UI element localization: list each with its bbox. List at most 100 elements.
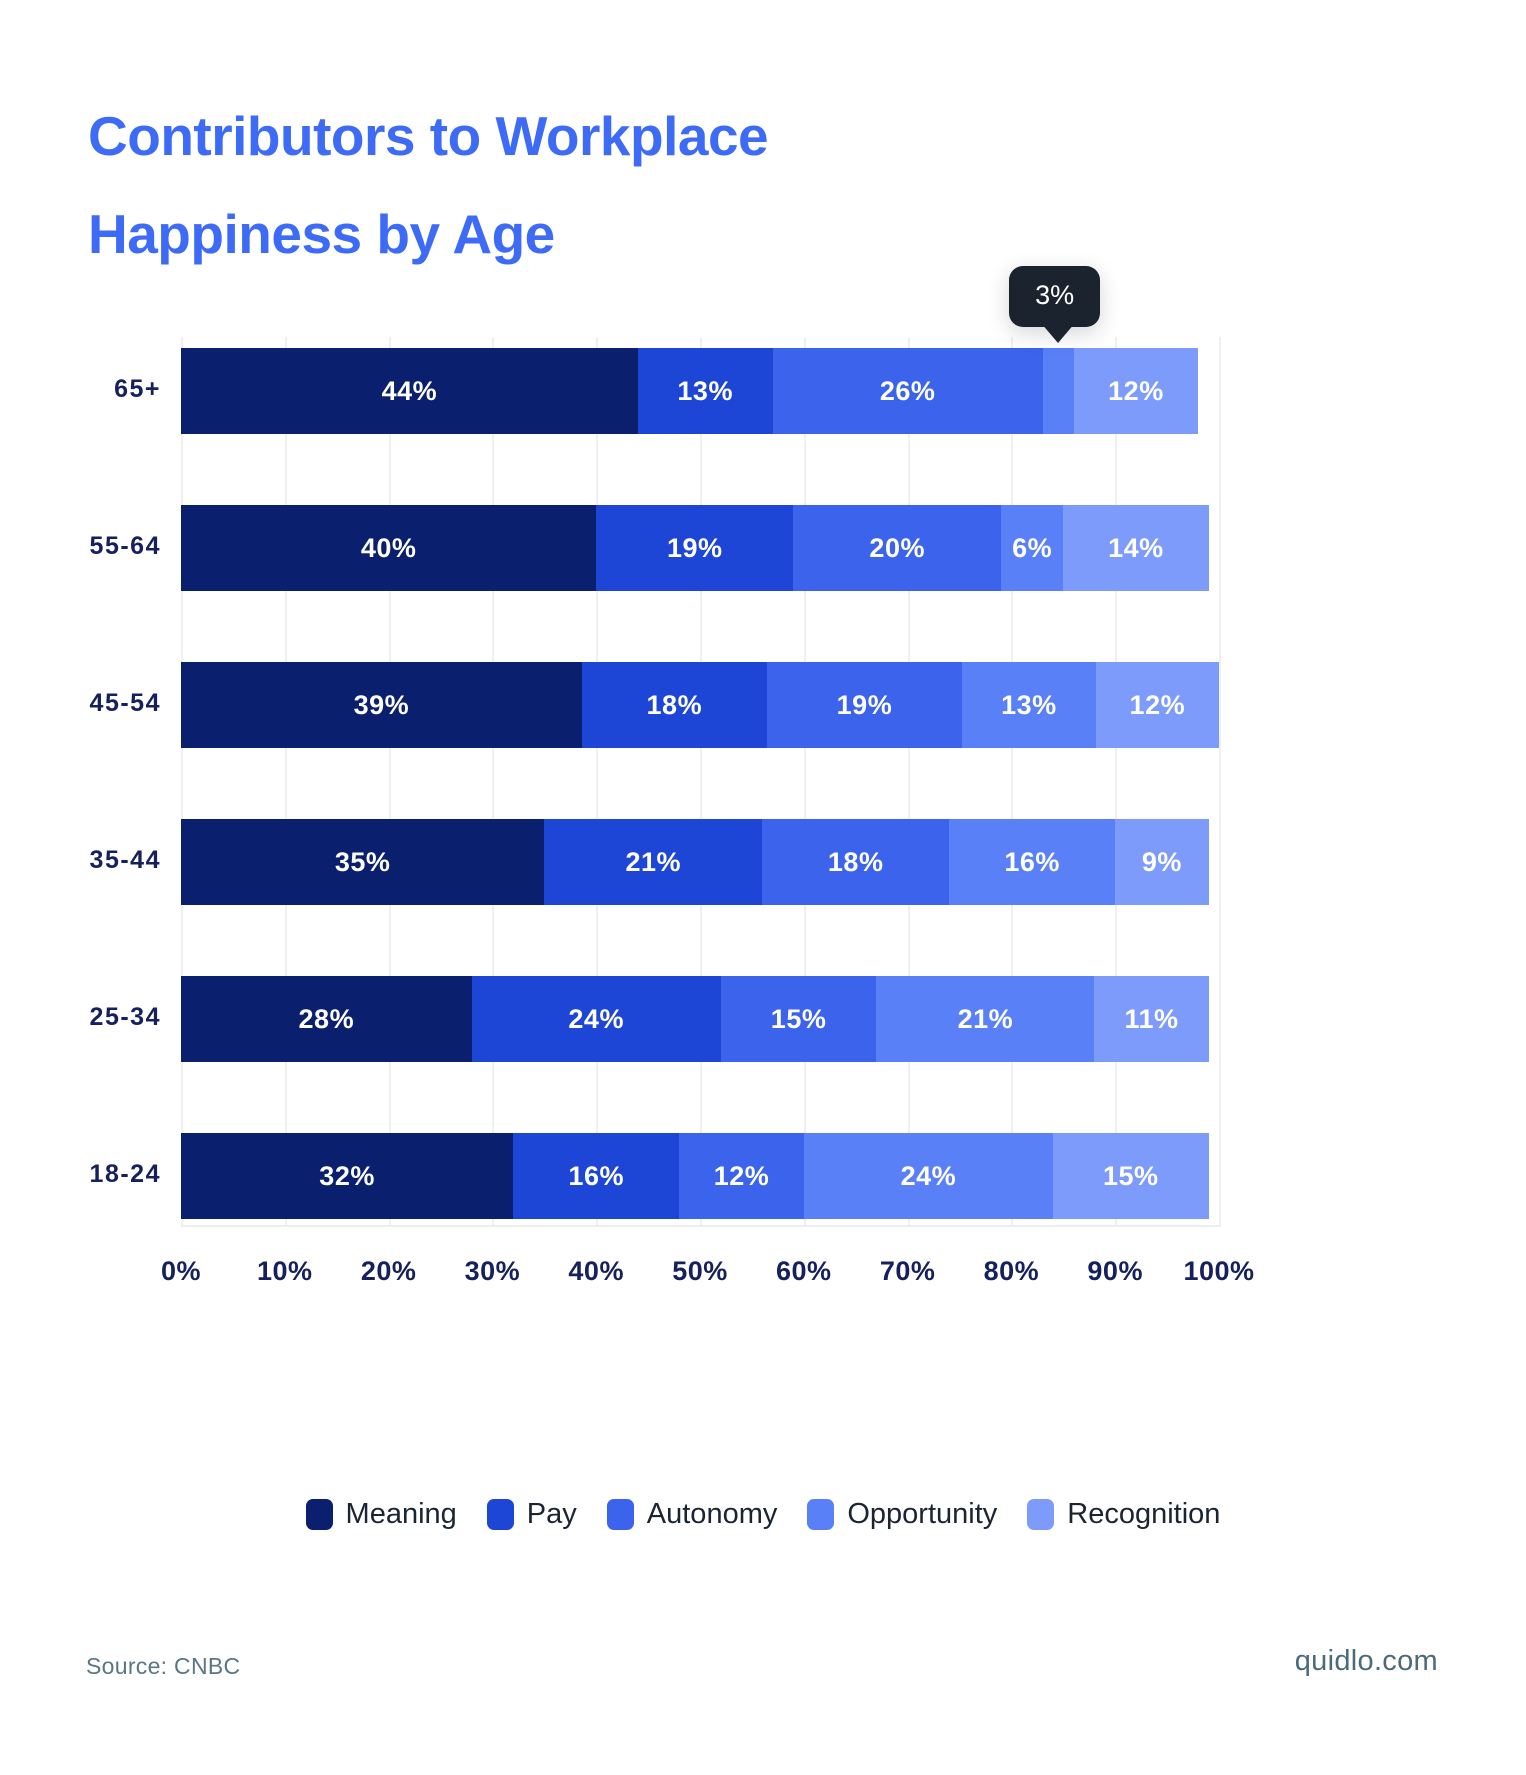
bar-segment-autonomy[interactable]: 19% <box>766 662 963 748</box>
x-axis-tick-60: 60% <box>776 1256 832 1286</box>
y-axis-label-65+: 65+ <box>114 375 161 403</box>
legend-label: Opportunity <box>847 1498 998 1530</box>
bar-segment-meaning[interactable]: 44% <box>181 348 638 434</box>
bar-segment-opportunity[interactable]: 21% <box>876 976 1095 1062</box>
legend-swatch-icon <box>606 1499 634 1530</box>
bar-segment-label: 44% <box>381 375 438 406</box>
bar-segment-label: 11% <box>1124 1003 1179 1034</box>
tooltip-value: 3% <box>1035 280 1075 310</box>
bar-segment-label: 21% <box>957 1003 1014 1034</box>
bar-segment-meaning[interactable]: 28% <box>181 976 472 1062</box>
bar-row: 40% 19% 20% 6% 14% <box>181 505 1219 591</box>
bar-segment-meaning[interactable]: 40% <box>181 505 597 591</box>
bar-segment-recognition[interactable]: 15% <box>1052 1133 1209 1219</box>
bar-segment-opportunity[interactable]: 6% <box>1001 505 1064 591</box>
gridline-20 <box>388 337 391 1225</box>
y-axis-label-55-64: 55-64 <box>89 532 161 560</box>
bar-segment-label: 14% <box>1108 532 1164 563</box>
bar-segment-label: 19% <box>836 689 893 720</box>
bar-segment-meaning[interactable]: 35% <box>181 819 545 905</box>
bar-segment-label: 12% <box>1108 375 1164 406</box>
bar-segment-label: 19% <box>667 532 723 563</box>
bar-segment-label: 24% <box>568 1003 624 1034</box>
bar-segment-label: 24% <box>900 1160 957 1191</box>
legend-item-recognition[interactable]: Recognition <box>1027 1498 1220 1531</box>
bar-segment-label: 9% <box>1141 846 1182 877</box>
legend-label: Pay <box>526 1498 577 1530</box>
legend-item-opportunity[interactable]: Opportunity <box>807 1498 997 1531</box>
bar-row: 44% 13% 26% 12% <box>181 348 1219 434</box>
bar-segment-meaning[interactable]: 32% <box>181 1133 514 1219</box>
x-axis-tick-80: 80% <box>983 1256 1040 1286</box>
bar-segment-label: 13% <box>677 375 733 406</box>
x-axis-tick-90: 90% <box>1087 1256 1143 1286</box>
gridline-30 <box>492 337 495 1225</box>
bar-segment-label: 20% <box>869 532 925 563</box>
bar-segment-opportunity[interactable]: 16% <box>949 819 1116 905</box>
bar-segment-label: 13% <box>1001 689 1057 720</box>
x-axis-baseline <box>181 1225 1221 1227</box>
chart-page: Contributors to Workplace Happiness by A… <box>0 0 1526 1775</box>
bar-segment-meaning[interactable]: 39% <box>181 662 582 748</box>
bar-segment-opportunity[interactable] <box>1042 348 1074 434</box>
bar-row: 39% 18% 19% 13% 12% <box>181 662 1219 748</box>
x-axis-tick-0: 0% <box>160 1256 202 1286</box>
gridline-70 <box>907 337 910 1225</box>
y-axis-label-35-44: 35-44 <box>89 846 161 874</box>
bar-segment-label: 21% <box>625 846 682 877</box>
bar-segment-pay[interactable]: 16% <box>513 1133 680 1219</box>
plot-area: 44% 13% 26% 12% 40% 19% 20% 6% 14% 39% 18% 19% 13% 12… <box>181 337 1221 1225</box>
legend-swatch-icon <box>807 1499 835 1530</box>
bar-segment-recognition[interactable]: 12% <box>1073 348 1199 434</box>
x-axis-tick-100: 100% <box>1183 1256 1255 1286</box>
bar-segment-autonomy[interactable]: 12% <box>679 1133 804 1219</box>
brand-watermark: quidlo.com <box>1294 1645 1438 1677</box>
bar-segment-autonomy[interactable]: 18% <box>762 819 950 905</box>
value-tooltip: 3% <box>1009 266 1101 343</box>
bar-row: 28% 24% 15% 21% 11% <box>181 976 1219 1062</box>
legend-swatch-icon <box>305 1499 333 1530</box>
legend-label: Recognition <box>1067 1498 1221 1530</box>
bar-segment-label: 28% <box>298 1003 355 1034</box>
bar-segment-recognition[interactable]: 14% <box>1063 505 1209 591</box>
bar-segment-label: 6% <box>1012 532 1053 563</box>
x-axis-tick-50: 50% <box>672 1256 728 1286</box>
x-axis-tick-30: 30% <box>464 1256 521 1286</box>
chart-legend: Meaning Pay Autonomy Opportunity Recognition <box>0 1498 1526 1531</box>
gridline-100 <box>1219 337 1221 1225</box>
bar-segment-opportunity[interactable]: 13% <box>962 662 1096 748</box>
gridline-40 <box>596 337 599 1225</box>
bar-segment-recognition[interactable]: 11% <box>1094 976 1209 1062</box>
gridline-60 <box>803 337 806 1225</box>
legend-item-meaning[interactable]: Meaning <box>305 1498 457 1531</box>
bar-segment-label: 12% <box>713 1160 770 1191</box>
bar-segment-pay[interactable]: 13% <box>637 348 773 434</box>
bar-segment-opportunity[interactable]: 24% <box>803 1133 1053 1219</box>
gridline-90 <box>1115 337 1118 1225</box>
bar-segment-autonomy[interactable]: 20% <box>793 505 1001 591</box>
bar-segment-label: 26% <box>879 375 936 406</box>
bar-segment-label: 18% <box>827 846 884 877</box>
gridline-80 <box>1011 337 1014 1225</box>
bar-segment-label: 16% <box>1004 846 1060 877</box>
gridline-0 <box>181 337 183 1225</box>
bar-segment-recognition[interactable]: 9% <box>1115 819 1209 905</box>
bar-segment-pay[interactable]: 21% <box>544 819 763 905</box>
x-axis-tick-10: 10% <box>257 1256 313 1286</box>
bar-segment-label: 39% <box>353 689 410 720</box>
bar-segment-pay[interactable]: 18% <box>581 662 767 748</box>
legend-item-autonomy[interactable]: Autonomy <box>606 1498 777 1531</box>
gridline-10 <box>284 337 287 1225</box>
x-axis-tick-40: 40% <box>568 1256 624 1286</box>
bar-segment-autonomy[interactable]: 15% <box>720 976 877 1062</box>
bar-segment-pay[interactable]: 19% <box>596 505 794 591</box>
y-axis-label-18-24: 18-24 <box>89 1160 161 1188</box>
bar-segment-pay[interactable]: 24% <box>471 976 721 1062</box>
bar-segment-label: 32% <box>319 1160 375 1191</box>
bar-segment-autonomy[interactable]: 26% <box>772 348 1043 434</box>
x-axis-tick-20: 20% <box>360 1256 417 1286</box>
legend-item-pay[interactable]: Pay <box>486 1498 577 1531</box>
bar-segment-label: 12% <box>1129 689 1186 720</box>
bar-segment-recognition[interactable]: 12% <box>1095 662 1219 748</box>
gridline-50 <box>700 337 702 1225</box>
